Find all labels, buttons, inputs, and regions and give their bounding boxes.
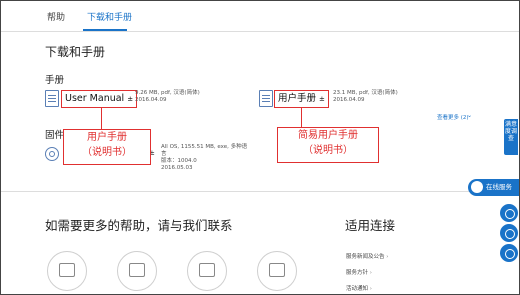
online-service-button[interactable]: 在线服务 [468, 179, 519, 196]
callout-user-manual: 用户手册 （说明书） [63, 129, 151, 165]
chat-icon [59, 263, 75, 277]
manual-name: User Manual [65, 93, 125, 104]
callout-arrow [301, 107, 302, 127]
manual-name: 用户手册 [278, 93, 317, 104]
callout-arrow [101, 107, 102, 129]
quick-user-manual-download-link[interactable]: 用户手册 ± [274, 90, 329, 108]
manual-section-title: 手册 [45, 75, 65, 86]
document-icon [45, 90, 59, 107]
links-section-title: 适用连接 [345, 218, 396, 233]
phone-icon[interactable] [499, 223, 519, 243]
active-tab-indicator [83, 29, 127, 31]
firmware-meta: All OS, 1155.51 MB, exe, 多种语 言 版本：1004.0… [161, 144, 248, 171]
support-contact-button[interactable] [117, 251, 157, 291]
tab-help[interactable]: 帮助 [47, 10, 65, 23]
tab-bar: 帮助 下载和手册 [1, 1, 519, 32]
mail-icon [269, 263, 285, 277]
help-section-title: 如需要更多的帮助，请与我们联系 [45, 218, 233, 233]
callout-quick-manual: 简易用户手册 （说明书） [277, 127, 379, 163]
chat-bubble-icon[interactable] [499, 203, 519, 223]
download-icon: ± [319, 95, 325, 103]
chat-contact-button[interactable] [47, 251, 87, 291]
section-divider [1, 191, 519, 192]
user-manual-download-link[interactable]: User Manual ± [61, 90, 138, 108]
headset-icon [471, 181, 483, 193]
manual-meta: 9.26 MB, pdf, 汉语(简体) 2016.04.09 [135, 90, 200, 103]
page-frame: 帮助 下载和手册 下载和手册 手册 User Manual ± 9.26 MB,… [0, 0, 520, 295]
wechat-contact-button[interactable] [187, 251, 227, 291]
download-icon: ± [127, 95, 134, 103]
link-service-news[interactable]: 服务新闻及公告 › [346, 252, 388, 260]
firmware-section-title: 固件 [45, 130, 65, 141]
chevron-down-icon[interactable]: ⌄ [467, 112, 472, 119]
gear-icon [45, 147, 59, 161]
link-service-policy[interactable]: 服务方针 › [346, 268, 372, 276]
support-icon [129, 263, 145, 277]
wechat-icon [199, 263, 215, 277]
satisfaction-survey-tab[interactable]: 满意度调查 [504, 119, 518, 155]
document-icon [259, 90, 273, 107]
manual-meta: 23.1 MB, pdf, 汉语(简体) 2016.04.09 [333, 90, 398, 103]
page-title: 下载和手册 [45, 45, 106, 59]
tab-downloads-manuals[interactable]: 下载和手册 [87, 10, 132, 23]
arrow-up-icon[interactable] [499, 243, 519, 263]
link-event-notice[interactable]: 活动通知 › [346, 284, 372, 292]
email-contact-button[interactable] [257, 251, 297, 291]
see-more-link[interactable]: 查看更多 (2) [437, 113, 469, 121]
